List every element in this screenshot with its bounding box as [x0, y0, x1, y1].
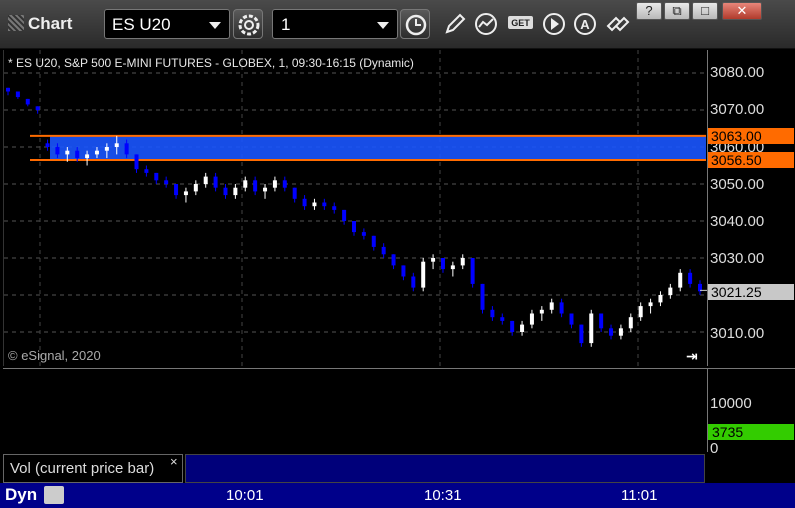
- price-tick: 3030.00: [710, 250, 765, 267]
- candle-body: [638, 306, 643, 318]
- time-axis[interactable]: [0, 483, 795, 508]
- candle-body: [411, 276, 416, 288]
- candle-body: [579, 324, 584, 344]
- volume-study-label: Vol (current price bar): [3, 454, 183, 483]
- zone-upper-badge: 3063.00: [708, 128, 794, 144]
- candle-body: [243, 180, 248, 188]
- candle-body: [352, 221, 356, 233]
- candle-body: [35, 106, 40, 110]
- price-tick: 3040.00: [710, 213, 765, 230]
- candle-body: [65, 150, 70, 155]
- candle-body: [470, 258, 475, 284]
- price-tick: 3080.00: [710, 64, 765, 81]
- candle-body: [658, 295, 663, 303]
- price-tick: 3010.00: [710, 325, 765, 342]
- candle-body: [589, 313, 594, 344]
- candle-body: [104, 147, 109, 151]
- candle-body: [421, 261, 426, 288]
- last-price-badge: 3021.25: [708, 284, 794, 300]
- candle-body: [94, 150, 99, 155]
- volume-label-strip: [185, 454, 705, 483]
- volume-pane[interactable]: [3, 368, 707, 452]
- candle-body: [6, 87, 10, 92]
- candle-body: [529, 313, 534, 325]
- candle-body: [401, 265, 406, 277]
- candle-body: [559, 302, 564, 314]
- candle-body: [322, 202, 327, 207]
- candle-body: [520, 324, 525, 332]
- candle-body: [668, 287, 673, 295]
- candle-body: [549, 302, 554, 310]
- candle-body: [75, 150, 80, 159]
- candle-body: [263, 187, 268, 192]
- candle-body: [154, 172, 159, 181]
- time-tick: 11:01: [621, 487, 658, 504]
- candle-body: [431, 258, 436, 262]
- copyright-label: © eSignal, 2020: [8, 348, 101, 363]
- candle-body: [609, 328, 614, 336]
- candle-body: [25, 98, 30, 105]
- candle-body: [500, 317, 505, 321]
- candle-body: [490, 309, 495, 318]
- candle-body: [233, 187, 238, 196]
- candle-body: [648, 302, 653, 307]
- candle-body: [174, 184, 179, 196]
- lock-icon[interactable]: [44, 486, 64, 504]
- candle-body: [193, 184, 198, 192]
- candle-body: [371, 235, 376, 247]
- candle-body: [450, 265, 455, 270]
- candle-body: [223, 187, 228, 196]
- candle-body: [361, 232, 366, 236]
- price-tick: 3070.00: [710, 101, 765, 118]
- candle-body: [599, 313, 604, 329]
- candle-body: [312, 202, 317, 207]
- price-tick: 3050.00: [710, 176, 765, 193]
- candle-body: [114, 143, 119, 147]
- candle-body: [332, 206, 337, 210]
- candle-body: [253, 180, 258, 192]
- candle-body: [510, 320, 515, 332]
- candle-body: [688, 272, 693, 284]
- candle-body: [342, 209, 347, 221]
- candle-body: [134, 154, 139, 170]
- candle-body: [460, 258, 465, 266]
- candle-body: [480, 283, 485, 310]
- candle-body: [618, 328, 623, 336]
- candle-body: [440, 258, 445, 270]
- candle-body: [164, 180, 169, 184]
- dyn-mode-button[interactable]: Dyn: [5, 485, 37, 505]
- chart-header: * ES U20, S&P 500 E-MINI FUTURES - GLOBE…: [8, 56, 414, 70]
- candle-body: [144, 169, 149, 173]
- time-tick: 10:01: [226, 487, 264, 504]
- candle-body: [539, 309, 544, 314]
- volume-tick: 0: [710, 440, 719, 457]
- candle-body: [85, 154, 90, 159]
- candle-body: [282, 180, 287, 188]
- candle-body: [213, 176, 218, 188]
- candle-body: [391, 254, 396, 266]
- candle-body: [302, 198, 307, 207]
- volume-current-badge: 3735: [708, 424, 794, 440]
- candle-body: [55, 147, 60, 155]
- close-icon[interactable]: ×: [170, 454, 178, 469]
- candle-body: [628, 317, 633, 329]
- candle-body: [203, 176, 208, 184]
- scroll-to-end-icon[interactable]: ⇥: [686, 348, 698, 365]
- candle-body: [272, 180, 277, 188]
- candle-body: [15, 91, 20, 98]
- volume-tick: 10000: [710, 395, 752, 412]
- candle-body: [124, 143, 129, 155]
- candle-body: [183, 191, 188, 196]
- time-tick: 10:31: [424, 487, 462, 504]
- candle-body: [45, 143, 50, 147]
- candle-body: [569, 313, 574, 325]
- zone-lower-badge: 3056.50: [708, 152, 794, 168]
- zone-rect: [50, 135, 706, 160]
- candle-body: [678, 272, 683, 288]
- candle-body: [292, 187, 297, 199]
- candle-body: [381, 246, 386, 255]
